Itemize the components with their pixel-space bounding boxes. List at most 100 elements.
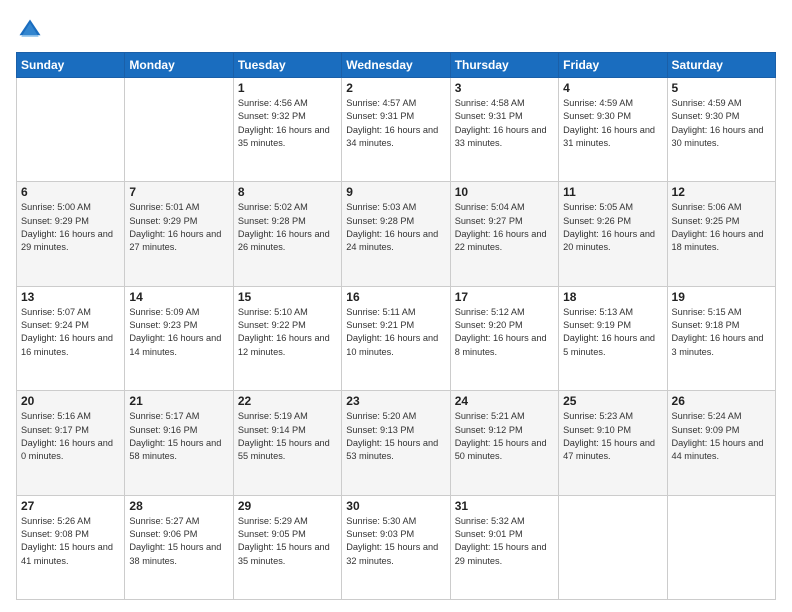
day-info: Sunrise: 4:56 AM Sunset: 9:32 PM Dayligh… (238, 97, 337, 150)
day-info: Sunrise: 5:06 AM Sunset: 9:25 PM Dayligh… (672, 201, 771, 254)
day-info: Sunrise: 5:02 AM Sunset: 9:28 PM Dayligh… (238, 201, 337, 254)
calendar-cell: 10 Sunrise: 5:04 AM Sunset: 9:27 PM Dayli… (450, 182, 558, 286)
day-info: Sunrise: 4:57 AM Sunset: 9:31 PM Dayligh… (346, 97, 445, 150)
weekday-header-monday: Monday (125, 53, 233, 78)
day-number: 15 (238, 290, 337, 304)
calendar-cell: 29 Sunrise: 5:29 AM Sunset: 9:05 PM Dayli… (233, 495, 341, 599)
calendar-cell: 6Sunrise: 5:00 AM Sunset: 9:29 PM Daylig… (17, 182, 125, 286)
day-info: Sunrise: 5:32 AM Sunset: 9:01 PM Dayligh… (455, 515, 554, 568)
day-info: Sunrise: 4:59 AM Sunset: 9:30 PM Dayligh… (563, 97, 662, 150)
day-info: Sunrise: 5:19 AM Sunset: 9:14 PM Dayligh… (238, 410, 337, 463)
calendar-cell: 30 Sunrise: 5:30 AM Sunset: 9:03 PM Dayli… (342, 495, 450, 599)
weekday-header-thursday: Thursday (450, 53, 558, 78)
calendar-cell: 9Sunrise: 5:03 AM Sunset: 9:28 PM Daylig… (342, 182, 450, 286)
day-number: 4 (563, 81, 662, 95)
day-number: 27 (21, 499, 120, 513)
calendar-cell: 5 Sunrise: 4:59 AM Sunset: 9:30 PM Daylig… (667, 78, 775, 182)
calendar-cell: 14Sunrise: 5:09 AM Sunset: 9:23 PM Dayli… (125, 286, 233, 390)
day-info: Sunrise: 5:15 AM Sunset: 9:18 PM Dayligh… (672, 306, 771, 359)
calendar-cell: 27 Sunrise: 5:26 AM Sunset: 9:08 PM Dayli… (17, 495, 125, 599)
week-row-0: 1 Sunrise: 4:56 AM Sunset: 9:32 PM Daylig… (17, 78, 776, 182)
day-number: 18 (563, 290, 662, 304)
day-info: Sunrise: 5:29 AM Sunset: 9:05 PM Dayligh… (238, 515, 337, 568)
day-info: Sunrise: 5:16 AM Sunset: 9:17 PM Dayligh… (21, 410, 120, 463)
weekday-header-row: SundayMondayTuesdayWednesdayThursdayFrid… (17, 53, 776, 78)
calendar-cell (667, 495, 775, 599)
day-info: Sunrise: 5:12 AM Sunset: 9:20 PM Dayligh… (455, 306, 554, 359)
calendar-cell: 3 Sunrise: 4:58 AM Sunset: 9:31 PM Daylig… (450, 78, 558, 182)
calendar-cell: 4 Sunrise: 4:59 AM Sunset: 9:30 PM Daylig… (559, 78, 667, 182)
day-number: 7 (129, 185, 228, 199)
day-number: 11 (563, 185, 662, 199)
weekday-header-friday: Friday (559, 53, 667, 78)
day-number: 31 (455, 499, 554, 513)
day-info: Sunrise: 5:13 AM Sunset: 9:19 PM Dayligh… (563, 306, 662, 359)
calendar-cell: 1 Sunrise: 4:56 AM Sunset: 9:32 PM Daylig… (233, 78, 341, 182)
weekday-header-saturday: Saturday (667, 53, 775, 78)
day-number: 25 (563, 394, 662, 408)
calendar-cell: 26Sunrise: 5:24 AM Sunset: 9:09 PM Dayli… (667, 391, 775, 495)
day-info: Sunrise: 5:26 AM Sunset: 9:08 PM Dayligh… (21, 515, 120, 568)
day-info: Sunrise: 5:30 AM Sunset: 9:03 PM Dayligh… (346, 515, 445, 568)
day-info: Sunrise: 5:10 AM Sunset: 9:22 PM Dayligh… (238, 306, 337, 359)
week-row-4: 27 Sunrise: 5:26 AM Sunset: 9:08 PM Dayli… (17, 495, 776, 599)
week-row-1: 6Sunrise: 5:00 AM Sunset: 9:29 PM Daylig… (17, 182, 776, 286)
day-number: 21 (129, 394, 228, 408)
logo (16, 16, 48, 44)
day-number: 5 (672, 81, 771, 95)
day-info: Sunrise: 5:21 AM Sunset: 9:12 PM Dayligh… (455, 410, 554, 463)
day-number: 6 (21, 185, 120, 199)
calendar-table: SundayMondayTuesdayWednesdayThursdayFrid… (16, 52, 776, 600)
calendar-cell: 28 Sunrise: 5:27 AM Sunset: 9:06 PM Dayli… (125, 495, 233, 599)
day-number: 28 (129, 499, 228, 513)
day-number: 23 (346, 394, 445, 408)
calendar-cell: 12 Sunrise: 5:06 AM Sunset: 9:25 PM Dayli… (667, 182, 775, 286)
day-info: Sunrise: 5:03 AM Sunset: 9:28 PM Dayligh… (346, 201, 445, 254)
day-number: 29 (238, 499, 337, 513)
day-number: 2 (346, 81, 445, 95)
day-number: 22 (238, 394, 337, 408)
calendar-cell: 8 Sunrise: 5:02 AM Sunset: 9:28 PM Daylig… (233, 182, 341, 286)
calendar-cell: 24 Sunrise: 5:21 AM Sunset: 9:12 PM Dayli… (450, 391, 558, 495)
day-info: Sunrise: 5:05 AM Sunset: 9:26 PM Dayligh… (563, 201, 662, 254)
calendar-cell: 13 Sunrise: 5:07 AM Sunset: 9:24 PM Dayli… (17, 286, 125, 390)
day-number: 8 (238, 185, 337, 199)
calendar-cell (559, 495, 667, 599)
day-number: 12 (672, 185, 771, 199)
calendar-cell: 18 Sunrise: 5:13 AM Sunset: 9:19 PM Dayli… (559, 286, 667, 390)
day-number: 30 (346, 499, 445, 513)
day-number: 10 (455, 185, 554, 199)
day-info: Sunrise: 5:20 AM Sunset: 9:13 PM Dayligh… (346, 410, 445, 463)
day-number: 19 (672, 290, 771, 304)
calendar-cell: 2 Sunrise: 4:57 AM Sunset: 9:31 PM Daylig… (342, 78, 450, 182)
day-number: 20 (21, 394, 120, 408)
calendar-cell: 23 Sunrise: 5:20 AM Sunset: 9:13 PM Dayli… (342, 391, 450, 495)
calendar-cell: 31 Sunrise: 5:32 AM Sunset: 9:01 PM Dayli… (450, 495, 558, 599)
day-info: Sunrise: 4:59 AM Sunset: 9:30 PM Dayligh… (672, 97, 771, 150)
calendar-cell (17, 78, 125, 182)
day-number: 3 (455, 81, 554, 95)
day-number: 13 (21, 290, 120, 304)
week-row-2: 13 Sunrise: 5:07 AM Sunset: 9:24 PM Dayli… (17, 286, 776, 390)
day-info: Sunrise: 5:27 AM Sunset: 9:06 PM Dayligh… (129, 515, 228, 568)
logo-icon (16, 16, 44, 44)
calendar-cell (125, 78, 233, 182)
header (16, 16, 776, 44)
calendar-cell: 19 Sunrise: 5:15 AM Sunset: 9:18 PM Dayli… (667, 286, 775, 390)
calendar-cell: 7 Sunrise: 5:01 AM Sunset: 9:29 PM Daylig… (125, 182, 233, 286)
calendar-cell: 25 Sunrise: 5:23 AM Sunset: 9:10 PM Dayli… (559, 391, 667, 495)
day-info: Sunrise: 5:04 AM Sunset: 9:27 PM Dayligh… (455, 201, 554, 254)
calendar-cell: 20 Sunrise: 5:16 AM Sunset: 9:17 PM Dayli… (17, 391, 125, 495)
calendar-cell: 16Sunrise: 5:11 AM Sunset: 9:21 PM Dayli… (342, 286, 450, 390)
day-info: Sunrise: 5:01 AM Sunset: 9:29 PM Dayligh… (129, 201, 228, 254)
day-info: Sunrise: 5:24 AM Sunset: 9:09 PM Dayligh… (672, 410, 771, 463)
day-number: 1 (238, 81, 337, 95)
day-info: Sunrise: 5:07 AM Sunset: 9:24 PM Dayligh… (21, 306, 120, 359)
day-number: 24 (455, 394, 554, 408)
day-info: Sunrise: 5:17 AM Sunset: 9:16 PM Dayligh… (129, 410, 228, 463)
day-number: 17 (455, 290, 554, 304)
weekday-header-sunday: Sunday (17, 53, 125, 78)
calendar-cell: 22 Sunrise: 5:19 AM Sunset: 9:14 PM Dayli… (233, 391, 341, 495)
day-info: Sunrise: 4:58 AM Sunset: 9:31 PM Dayligh… (455, 97, 554, 150)
day-info: Sunrise: 5:23 AM Sunset: 9:10 PM Dayligh… (563, 410, 662, 463)
